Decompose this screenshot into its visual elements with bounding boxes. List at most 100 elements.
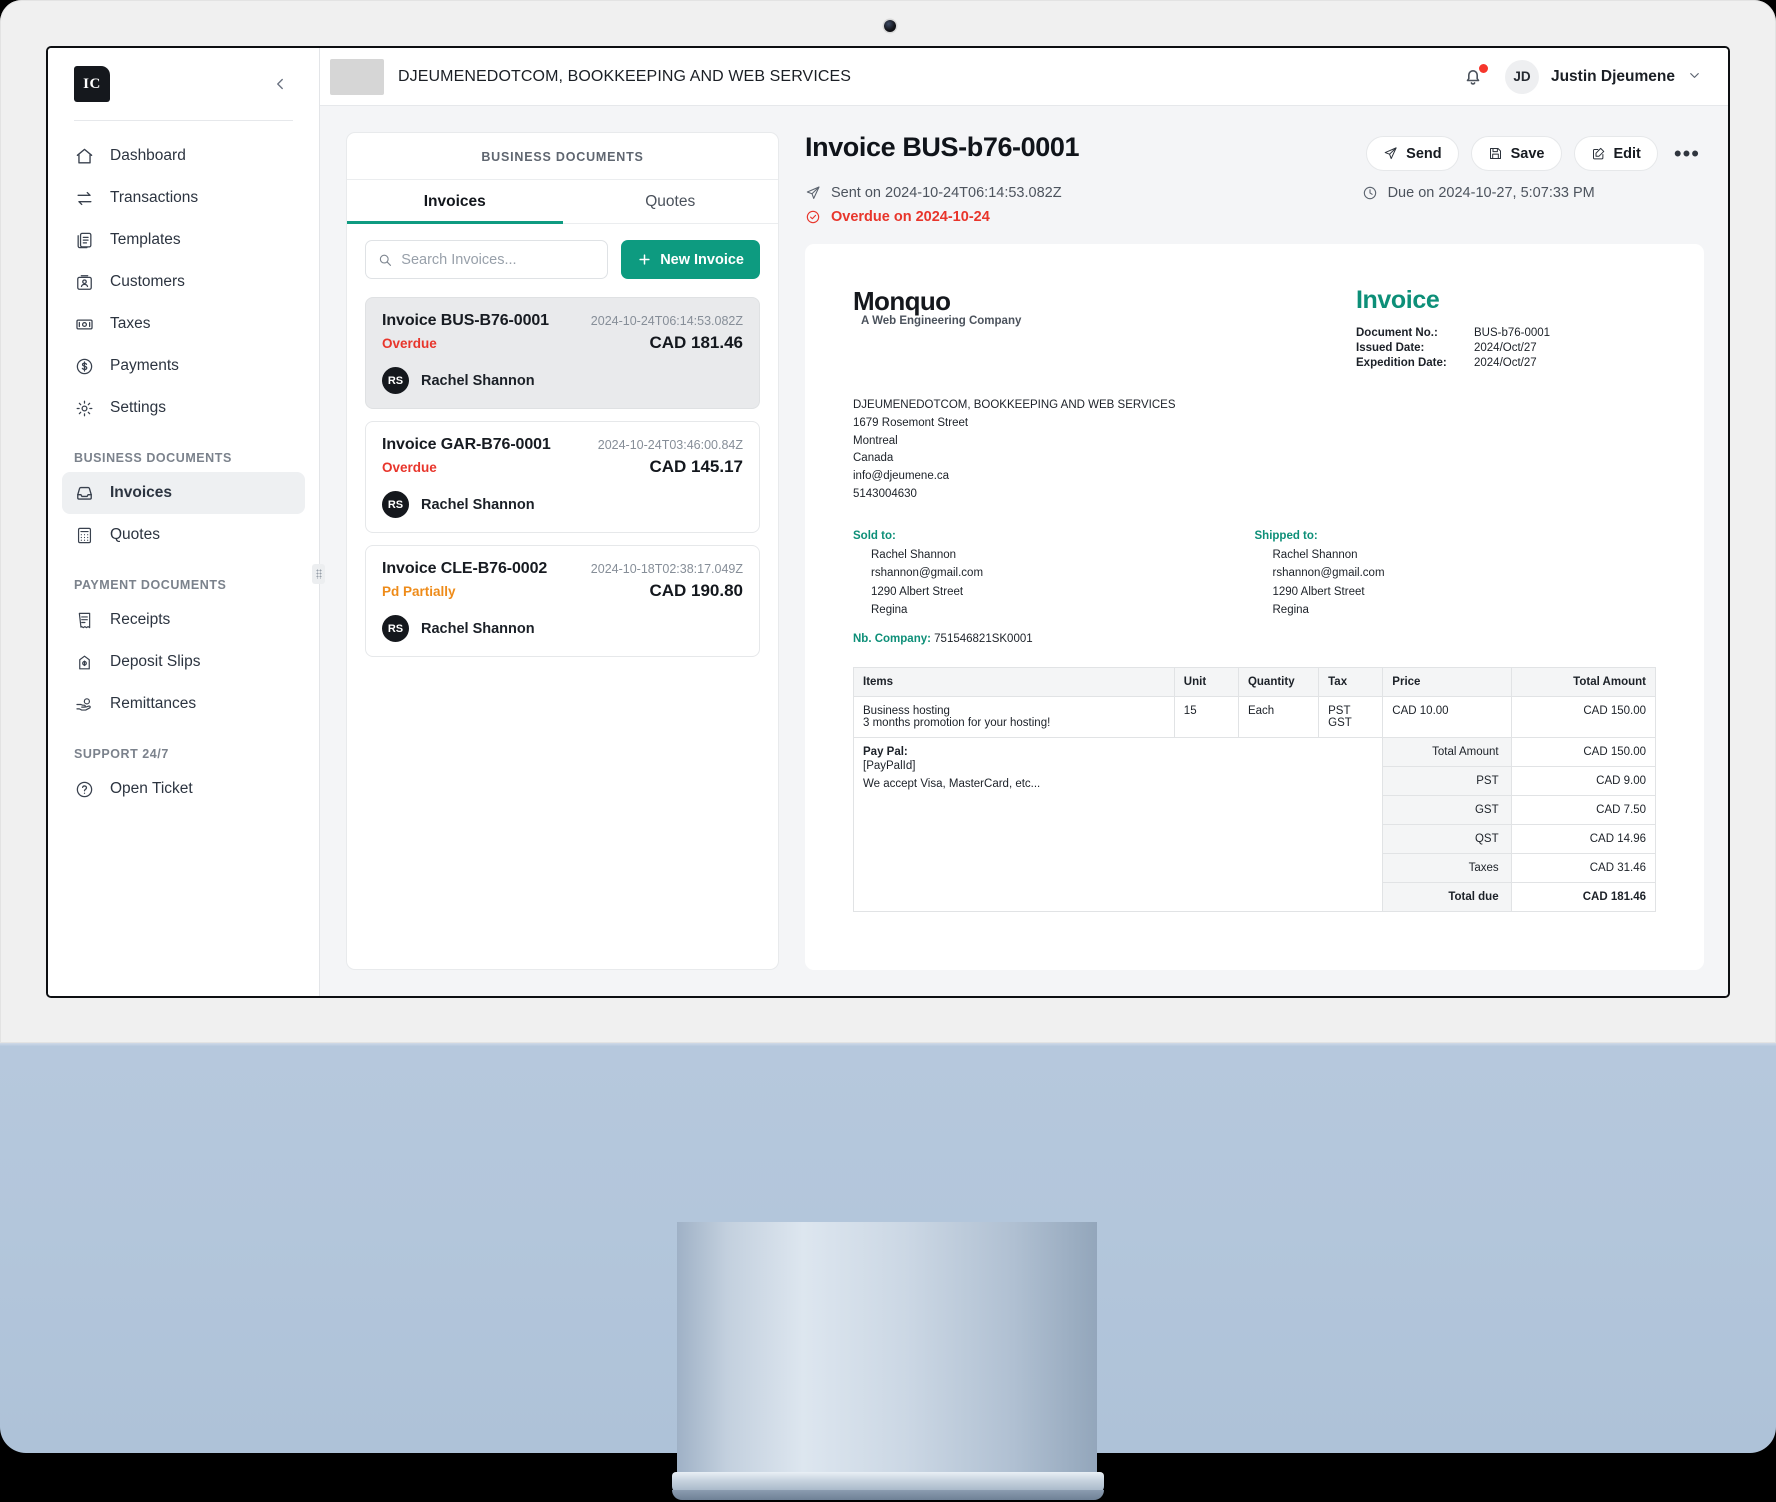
search-icon — [379, 254, 392, 266]
content-area: BUSINESS DOCUMENTS Invoices Quotes New I… — [320, 106, 1728, 996]
list-item-bottom-row: RS Rachel Shannon — [382, 615, 743, 642]
paypal-id: [PayPalId] — [863, 760, 916, 773]
app-screen: IC Dashboard Transactions Templates Cust… — [46, 46, 1730, 998]
sidebar-item-settings[interactable]: Settings — [62, 387, 305, 429]
deposit-icon — [74, 652, 94, 672]
invoice-document: Monquo A Web Engineering Company Invoice… — [805, 244, 1704, 970]
issuer-line: Montreal — [853, 434, 898, 447]
tab-invoices[interactable]: Invoices — [347, 180, 563, 224]
sidebar-item-invoices[interactable]: Invoices — [62, 472, 305, 514]
sidebar-item-dashboard[interactable]: Dashboard — [62, 135, 305, 177]
sidebar-resize-handle[interactable] — [312, 564, 325, 584]
sidebar-item-receipts[interactable]: Receipts — [62, 599, 305, 641]
dollar-circle-icon — [74, 356, 94, 376]
sidebar-item-label: Deposit Slips — [110, 653, 201, 670]
total-value: CAD 9.00 — [1510, 766, 1657, 797]
shipped-to-body: Rachel Shannon rshannon@gmail.com 1290 A… — [1255, 546, 1657, 620]
save-button[interactable]: Save — [1470, 136, 1562, 171]
sidebar-item-transactions[interactable]: Transactions — [62, 177, 305, 219]
sidebar-payment-nav: Receipts Deposit Slips Remittances — [48, 599, 319, 725]
invoice-meta: Sent on 2024-10-24T06:14:53.082Z Due on … — [805, 185, 1704, 225]
list-item[interactable]: Invoice BUS-B76-0001 2024-10-24T06:14:53… — [365, 297, 760, 409]
sidebar-item-label: Dashboard — [110, 147, 186, 164]
sent-text: Sent on 2024-10-24T06:14:53.082Z — [831, 185, 1062, 201]
banknote-icon — [74, 314, 94, 334]
search-input[interactable] — [401, 251, 596, 268]
floppy-disk-icon — [1489, 148, 1501, 159]
send-button[interactable]: Send — [1366, 136, 1459, 171]
table-row: Pay Pal: [PayPalId] We accept Visa, Mast… — [852, 737, 1657, 913]
shipped-to-line: Rachel Shannon — [1272, 548, 1358, 561]
send-icon — [1384, 147, 1397, 160]
monitor-stand-neck — [677, 1222, 1097, 1480]
user-name: Justin Djeumene — [1550, 67, 1675, 85]
invoice-items-body: Business hosting 3 months promotion for … — [852, 696, 1657, 913]
list-item[interactable]: Invoice CLE-B76-0002 2024-10-18T02:38:17… — [365, 545, 760, 657]
sidebar: IC Dashboard Transactions Templates Cust… — [48, 48, 325, 996]
col-items: Items — [853, 667, 1175, 698]
invoice-document-header: Monquo A Web Engineering Company Invoice… — [853, 286, 1656, 369]
monitor-stand-foot-shadow — [672, 1490, 1104, 1500]
due-meta: Due on 2024-10-27, 5:07:33 PM — [1362, 185, 1595, 201]
tab-quotes[interactable]: Quotes — [563, 180, 779, 223]
sidebar-item-deposit-slips[interactable]: Deposit Slips — [62, 641, 305, 683]
paypal-cell: Pay Pal: [PayPalId] We accept Visa, Mast… — [852, 737, 1384, 913]
issuer-line: DJEUMENEDOTCOM, BOOKKEEPING AND WEB SERV… — [853, 399, 1176, 411]
meta-value: BUS-b76-0001 — [1474, 327, 1551, 339]
cell-quantity: Each — [1237, 696, 1320, 739]
sidebar-item-payments[interactable]: Payments — [62, 345, 305, 387]
monquo-logo: Monquo — [853, 286, 951, 316]
col-unit: Unit — [1173, 667, 1239, 698]
edit-button[interactable]: Edit — [1573, 136, 1658, 171]
paypal-note: We accept Visa, MasterCard, etc... — [863, 778, 1041, 791]
meta-key: Expedition Date: — [1356, 357, 1447, 369]
list-item[interactable]: Invoice GAR-B76-0001 2024-10-24T03:46:00… — [365, 421, 760, 533]
invoice-heading-block: Invoice Document No.: BUS-b76-0001 Issue… — [1356, 286, 1656, 369]
user-menu[interactable]: JD Justin Djeumene — [1504, 59, 1702, 94]
invoice-list[interactable]: Invoice BUS-B76-0001 2024-10-24T06:14:53… — [347, 293, 778, 969]
total-label: Taxes — [1382, 853, 1512, 884]
new-invoice-label: New Invoice — [660, 251, 744, 268]
new-invoice-button[interactable]: New Invoice — [621, 240, 760, 279]
app-logo[interactable]: IC — [74, 66, 110, 102]
list-item-top-row: Invoice GAR-B76-0001 2024-10-24T03:46:00… — [382, 436, 743, 454]
documents-panel: BUSINESS DOCUMENTS Invoices Quotes New I… — [346, 132, 779, 970]
list-item-top-row: Invoice CLE-B76-0002 2024-10-18T02:38:17… — [382, 560, 743, 578]
total-label: Total Amount — [1382, 737, 1512, 768]
search-row: New Invoice — [347, 224, 778, 293]
sidebar-item-label: Invoices — [110, 484, 173, 501]
sidebar-item-customers[interactable]: Customers — [62, 261, 305, 303]
company-name: DJEUMENEDOTCOM, BOOKKEEPING AND WEB SERV… — [398, 67, 852, 85]
cell-unit: 15 — [1173, 696, 1239, 739]
invoice-amount: CAD 145.17 — [649, 457, 743, 476]
col-tax: Tax — [1318, 667, 1384, 698]
sidebar-collapse-button[interactable] — [267, 71, 293, 97]
send-label: Send — [1406, 145, 1442, 162]
notifications-button[interactable] — [1461, 62, 1489, 90]
sidebar-item-remittances[interactable]: Remittances — [62, 683, 305, 725]
sent-meta: Sent on 2024-10-24T06:14:53.082Z — [805, 185, 1062, 201]
company-logo-placeholder — [330, 58, 384, 95]
overdue-text: Overdue on 2024-10-24 — [831, 209, 990, 225]
sold-to-line: 1290 Albert Street — [871, 585, 964, 598]
customer-avatar: RS — [382, 491, 409, 518]
shipped-to-line: 1290 Albert Street — [1272, 585, 1365, 598]
sold-to-line: Rachel Shannon — [871, 548, 957, 561]
customer-name: Rachel Shannon — [421, 496, 535, 513]
sidebar-item-label: Customers — [110, 273, 185, 290]
invoice-meta-table: Document No.: BUS-b76-0001 Issued Date: … — [1356, 327, 1656, 369]
sidebar-item-label: Payments — [110, 357, 179, 374]
monquo-tagline: A Web Engineering Company — [861, 315, 1022, 327]
chevron-left-icon — [277, 78, 283, 90]
sidebar-item-templates[interactable]: Templates — [62, 219, 305, 261]
sidebar-item-quotes[interactable]: Quotes — [62, 514, 305, 556]
table-row: Business hosting 3 months promotion for … — [853, 696, 1657, 739]
sidebar-item-taxes[interactable]: Taxes — [62, 303, 305, 345]
more-actions-button[interactable]: ••• — [1670, 142, 1704, 165]
search-box[interactable] — [365, 240, 609, 279]
customer-avatar: RS — [382, 615, 409, 642]
plus-icon — [639, 254, 650, 265]
tax-line: PST — [1328, 705, 1351, 718]
invoice-detail: Invoice BUS-b76-0001 Send Save Edit ••• … — [779, 132, 1704, 970]
sidebar-item-open-ticket[interactable]: Open Ticket — [62, 768, 305, 810]
